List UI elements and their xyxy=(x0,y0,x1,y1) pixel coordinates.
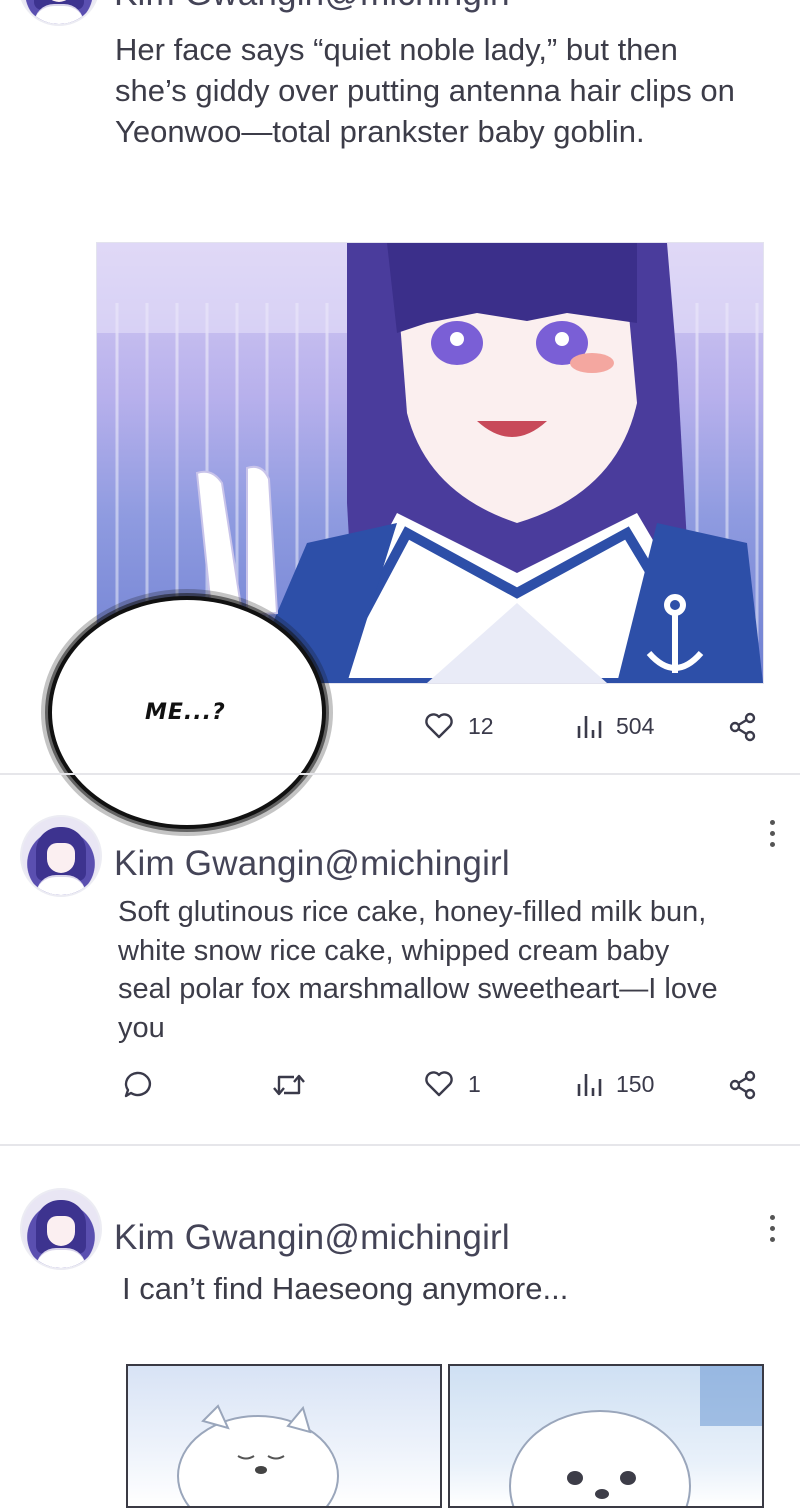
post-author[interactable]: Kim Gwangin@michingirl xyxy=(114,1218,510,1258)
author-name: Kim Gwangin xyxy=(114,844,325,883)
divider xyxy=(0,773,800,775)
post-text: Her face says “quiet noble lady,” but th… xyxy=(115,32,735,149)
like-count: 12 xyxy=(468,712,494,739)
post-author[interactable]: Kim Gwangin@michingirl xyxy=(114,844,510,884)
like-count: 1 xyxy=(468,1070,481,1097)
view-count: 150 xyxy=(616,1070,655,1097)
share-button[interactable] xyxy=(728,712,758,742)
view-count: 504 xyxy=(616,712,655,739)
author-name: Kim Gwangin xyxy=(114,1218,325,1257)
bar-chart-icon xyxy=(576,712,602,740)
post-image-polar-fox[interactable] xyxy=(126,1364,442,1508)
views-button[interactable]: 504 xyxy=(576,712,654,740)
post-author[interactable]: Kim Gwangin@michingirl xyxy=(114,0,510,14)
views-button[interactable]: 150 xyxy=(576,1070,654,1098)
heart-icon xyxy=(424,712,454,740)
author-handle: @michingirl xyxy=(324,844,510,883)
reply-button[interactable] xyxy=(122,1070,152,1100)
post-text: Soft glutinous rice cake, honey-filled m… xyxy=(118,896,718,1044)
author-handle: @michingirl xyxy=(324,1218,510,1257)
share-icon xyxy=(728,1070,758,1100)
avatar[interactable] xyxy=(20,815,102,897)
post-text: I can’t find Haeseong anymore... xyxy=(122,1271,569,1306)
comment-icon xyxy=(122,1070,152,1100)
post-image-baby-seal[interactable] xyxy=(448,1364,764,1508)
avatar[interactable] xyxy=(18,0,100,26)
kebab-menu-icon[interactable] xyxy=(770,1215,776,1248)
repost-icon xyxy=(272,1071,306,1099)
like-button[interactable]: 12 xyxy=(424,712,494,740)
avatar[interactable] xyxy=(20,1188,102,1270)
speech-bubble-text: ME...? xyxy=(145,700,226,725)
divider xyxy=(0,1144,800,1146)
share-icon xyxy=(728,712,758,742)
repost-button[interactable] xyxy=(272,1071,306,1099)
kebab-menu-icon[interactable] xyxy=(770,820,776,853)
heart-icon xyxy=(424,1070,454,1098)
like-button[interactable]: 1 xyxy=(424,1070,481,1098)
bar-chart-icon xyxy=(576,1070,602,1098)
share-button[interactable] xyxy=(728,1070,758,1100)
